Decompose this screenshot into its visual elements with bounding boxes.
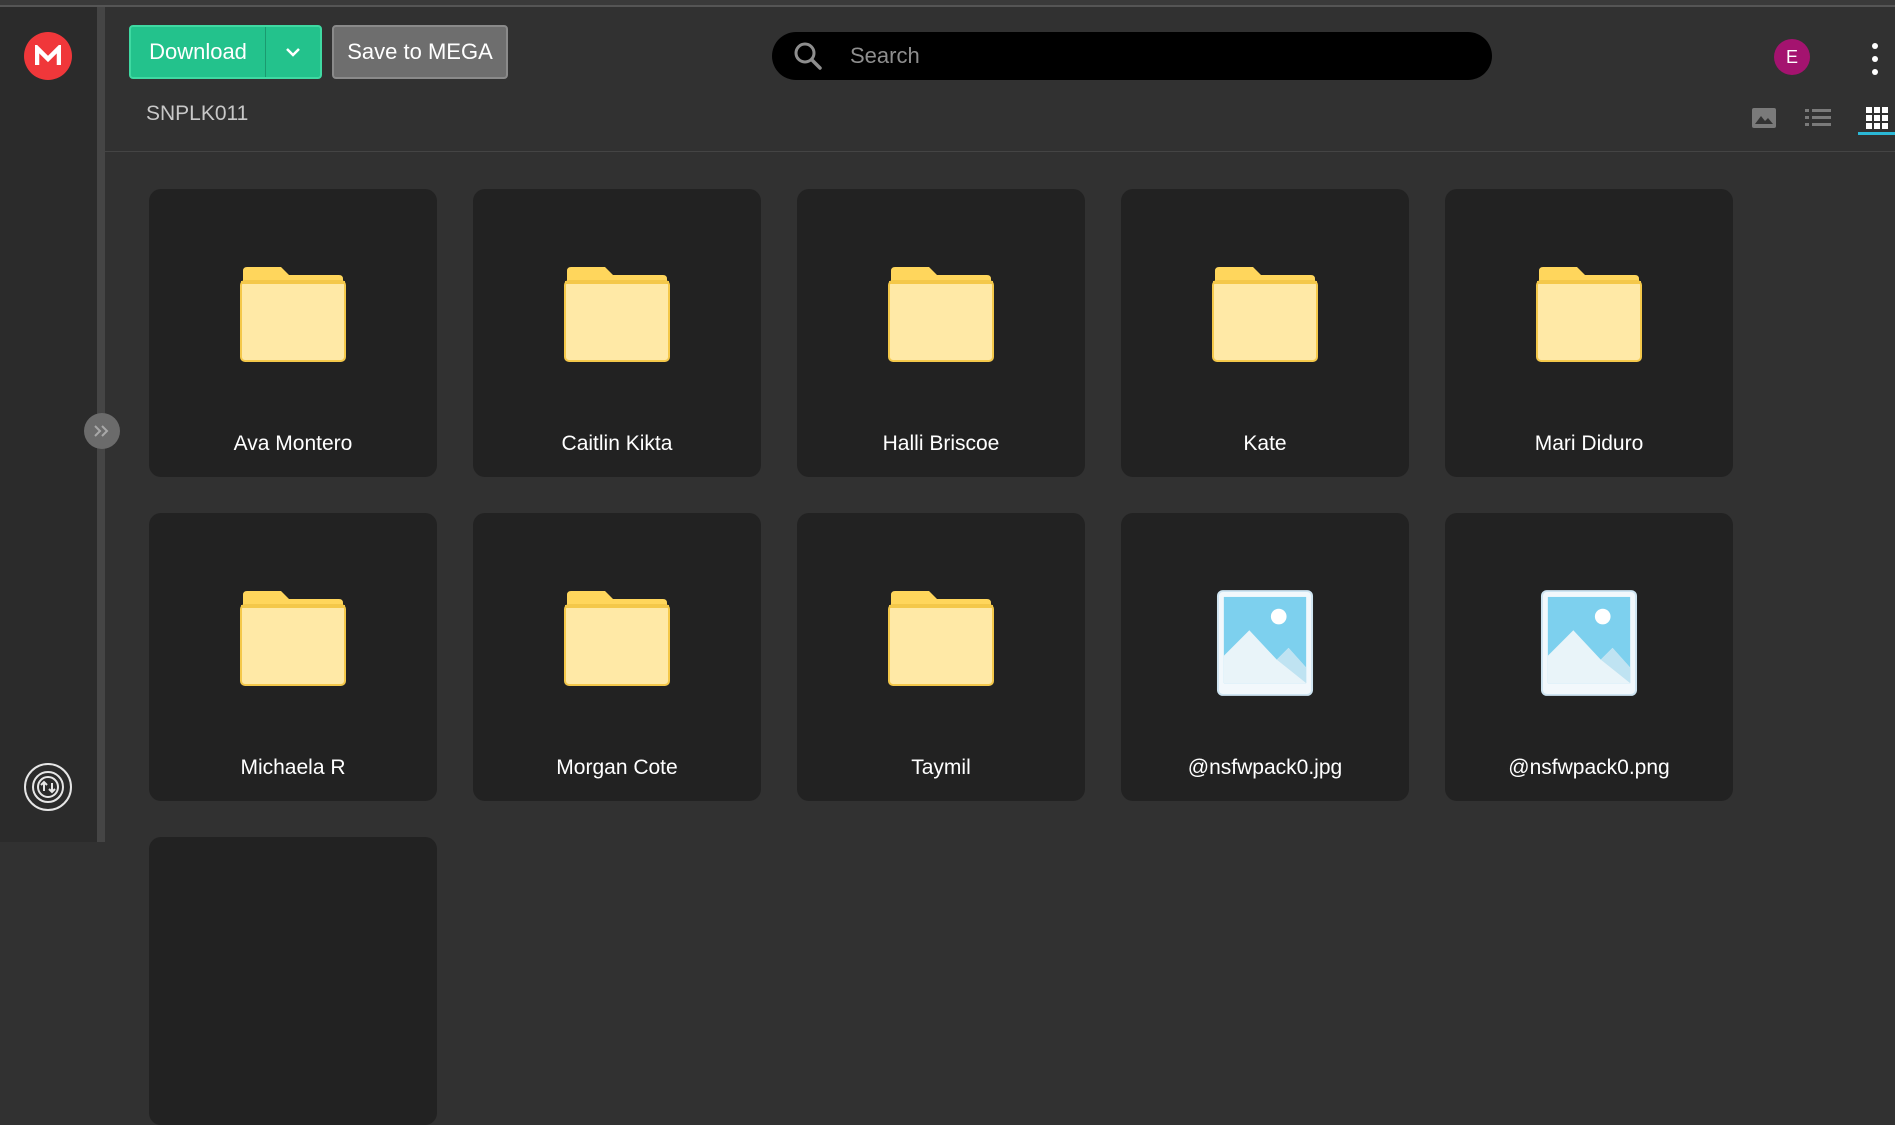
avatar[interactable]: E	[1774, 39, 1810, 75]
active-view-indicator	[1858, 132, 1895, 135]
search-icon	[778, 41, 838, 71]
image-file-icon	[1121, 589, 1409, 689]
item-name: Kate	[1243, 432, 1287, 455]
save-to-mega-button[interactable]: Save to MEGA	[332, 25, 508, 79]
item-name: @nsfwpack0.jpg	[1187, 756, 1343, 779]
thumbnail-view-icon[interactable]	[1749, 103, 1779, 133]
grid-view-icon[interactable]	[1862, 103, 1892, 133]
item-name: Ava Montero	[233, 432, 353, 455]
folder-item[interactable]: Taymil	[797, 513, 1085, 801]
file-item[interactable]: @nsfwpack0.jpg	[1121, 513, 1409, 801]
folder-item[interactable]: Mari Diduro	[1445, 189, 1733, 477]
download-button-label[interactable]: Download	[131, 27, 265, 77]
breadcrumb[interactable]: SNPLK011	[146, 102, 248, 126]
folder-item[interactable]: Ava Montero	[149, 189, 437, 477]
folder-item[interactable]: Michaela R	[149, 513, 437, 801]
item-name: Mari Diduro	[1534, 432, 1644, 455]
folder-icon	[149, 263, 437, 363]
item-name: Caitlin Kikta	[561, 432, 673, 455]
folder-icon	[473, 587, 761, 687]
item-name: @nsfwpack0.png	[1508, 756, 1670, 779]
folder-item-partial[interactable]	[149, 837, 437, 1125]
item-name: Taymil	[911, 756, 971, 779]
folder-item[interactable]: Caitlin Kikta	[473, 189, 761, 477]
more-options-icon[interactable]	[1867, 43, 1883, 75]
main-panel: Download Save to MEGA E SNPLK011 Ava Mon…	[105, 7, 1895, 1125]
transfer-manager-icon[interactable]	[24, 763, 72, 811]
folder-item[interactable]: Halli Briscoe	[797, 189, 1085, 477]
search-input[interactable]	[848, 42, 1452, 70]
list-view-icon[interactable]	[1803, 103, 1833, 133]
file-item[interactable]: @nsfwpack0.png	[1445, 513, 1733, 801]
chevron-down-icon[interactable]	[266, 27, 320, 77]
folder-icon	[1445, 263, 1733, 363]
item-name: Michaela R	[240, 756, 346, 779]
folder-item[interactable]: Kate	[1121, 189, 1409, 477]
item-name: Halli Briscoe	[882, 432, 1000, 455]
folder-icon	[473, 263, 761, 363]
header-divider	[105, 151, 1895, 152]
window-top-border	[0, 0, 1895, 7]
folder-icon	[149, 587, 437, 687]
folder-icon	[797, 587, 1085, 687]
mega-logo-icon[interactable]	[24, 32, 72, 80]
search-bar[interactable]	[772, 32, 1492, 80]
left-sidebar	[0, 7, 97, 842]
item-name: Morgan Cote	[556, 756, 678, 779]
download-button[interactable]: Download	[129, 25, 322, 79]
image-file-icon	[1445, 589, 1733, 689]
folder-icon	[1121, 263, 1409, 363]
folder-item[interactable]: Morgan Cote	[473, 513, 761, 801]
folder-icon	[797, 263, 1085, 363]
